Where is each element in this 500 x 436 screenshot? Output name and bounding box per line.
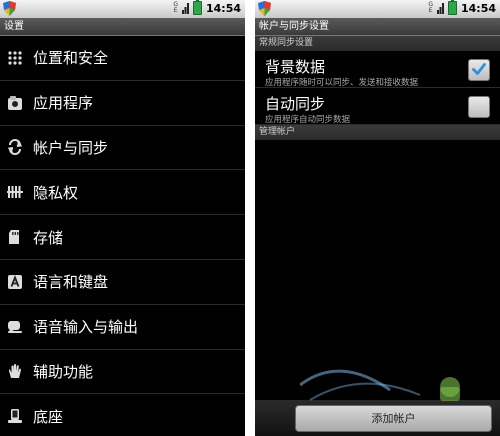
storage-icon [7,229,23,245]
menu-item-label: 隐私权 [33,183,79,202]
menu-item-label: 语音输入与输出 [33,318,139,337]
clock: 14:54 [460,1,496,15]
grid-icon [7,50,23,66]
accessibility-icon [7,363,23,379]
setting-subtitle: 应用程序随时可以同步、发送和接收数据 [265,78,419,88]
signal-type-indicator: GE [173,1,178,14]
section-header-manage-accounts: 管理帐户 [255,125,500,140]
privacy-icon [7,184,23,200]
section-header-general-sync: 常规同步设置 [255,36,500,51]
menu-item-dock[interactable]: 底座 [0,394,245,436]
status-bar: GE 14:54 [255,0,500,18]
accounts-sync-screen: GE 14:54 帐户与同步设置 常规同步设置 背景数据 应用程序随时可以同步、… [255,0,500,436]
menu-item-applications[interactable]: 应用程序 [0,81,245,126]
menu-item-label: 语言和键盘 [33,273,109,292]
menu-item-label: 应用程序 [33,94,94,113]
keyboard-icon [7,274,23,290]
menu-item-language-keyboard[interactable]: 语言和键盘 [0,260,245,305]
menu-item-label: 帐户与同步 [33,138,109,157]
shield-icon [258,1,271,16]
setting-title: 背景数据 [265,58,326,76]
menu-item-label: 底座 [33,407,64,426]
add-account-button[interactable]: 添加帐户 [295,405,492,432]
auto-sync-checkbox[interactable] [468,96,490,118]
shield-icon [3,1,16,16]
page-title: 帐户与同步设置 [255,18,500,36]
signal-icon [181,3,189,14]
battery-icon [192,0,202,15]
sync-icon [7,139,23,156]
apps-icon [7,95,23,111]
menu-item-voice-io[interactable]: 语音输入与输出 [0,305,245,350]
signal-icon [436,3,444,14]
status-bar: GE 14:54 [0,0,245,18]
page-title: 设置 [0,18,245,36]
menu-item-label: 位置和安全 [33,49,109,68]
menu-item-storage[interactable]: 存储 [0,215,245,260]
checkmark-icon [472,63,486,75]
menu-item-accounts-sync[interactable]: 帐户与同步 [0,126,245,171]
battery-icon [447,0,457,15]
setting-subtitle: 应用程序自动同步数据 [265,115,351,125]
voice-icon [7,319,23,335]
bottom-action-bar: 添加帐户 [255,400,500,436]
dock-icon [7,408,23,424]
menu-item-accessibility[interactable]: 辅助功能 [0,350,245,395]
auto-sync-setting[interactable]: 自动同步 应用程序自动同步数据 [255,88,500,125]
clock: 14:54 [205,1,241,15]
signal-type-indicator: GE [428,1,433,14]
menu-item-privacy[interactable]: 隐私权 [0,170,245,216]
menu-item-label: 存储 [33,228,64,247]
menu-item-label: 辅助功能 [33,362,94,381]
setting-title: 自动同步 [265,95,326,113]
background-data-checkbox[interactable] [468,59,490,81]
background-data-setting[interactable]: 背景数据 应用程序随时可以同步、发送和接收数据 [255,51,500,88]
menu-item-location-security[interactable]: 位置和安全 [0,36,245,81]
settings-screen: GE 14:54 设置 位置和安全 应用程序 帐户与同步 隐私权 存储 语言和键… [0,0,245,436]
